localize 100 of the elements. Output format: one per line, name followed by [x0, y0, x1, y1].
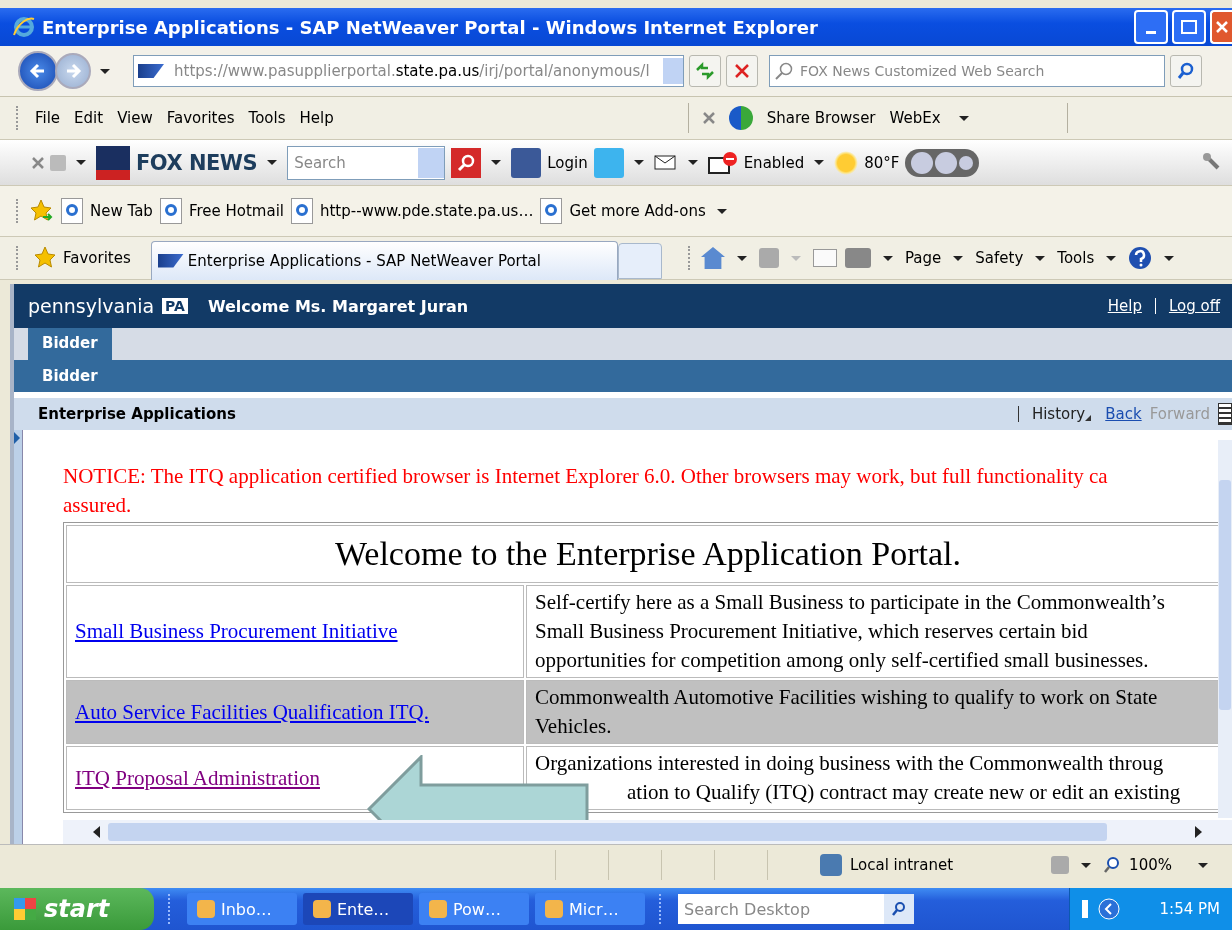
desktop-search-field[interactable]: Search Desktop [678, 894, 884, 924]
search-field[interactable]: FOX News Customized Web Search [769, 55, 1165, 87]
page-title: Enterprise Applications [38, 405, 236, 423]
caret-icon[interactable] [953, 255, 964, 261]
refresh-button[interactable] [689, 55, 721, 87]
history-nav-link[interactable]: Back [1105, 405, 1142, 423]
zoom-level-text[interactable]: 100% [1129, 856, 1172, 874]
portal-tab[interactable]: Bidder [28, 328, 112, 360]
menu-item[interactable]: Favorites [166, 109, 235, 127]
minimize-button[interactable] [1134, 10, 1168, 44]
menu-item[interactable]: View [117, 109, 153, 127]
close-icon[interactable] [32, 156, 44, 169]
options-icon[interactable] [1218, 403, 1232, 425]
browser-tab[interactable]: Enterprise Applications - SAP NetWeaver Portal [150, 240, 618, 280]
vertical-scrollbar[interactable] [1218, 440, 1232, 818]
command-menu[interactable]: Safety [975, 249, 1024, 267]
close-icon [733, 62, 751, 80]
brand-name: FOX NEWS [136, 150, 258, 175]
media-controls-drawing[interactable] [905, 148, 980, 177]
restore-button[interactable] [1172, 10, 1206, 44]
corner-icon [1085, 415, 1092, 421]
close-icon[interactable] [702, 112, 715, 124]
back-button[interactable] [18, 51, 58, 91]
caret-icon[interactable] [716, 208, 727, 214]
caret-icon[interactable] [814, 160, 825, 165]
envelope-icon[interactable] [653, 153, 678, 172]
home-icon[interactable] [701, 247, 725, 269]
addons-menu[interactable]: Get more Add-ons [569, 202, 706, 220]
menu-item[interactable]: Edit [74, 109, 104, 127]
caret-icon[interactable] [491, 160, 502, 165]
news-logo-icon [96, 145, 130, 180]
caret-icon[interactable] [1164, 255, 1175, 261]
taskbar-button[interactable]: Ente… [303, 893, 413, 925]
caret-icon[interactable] [1035, 255, 1046, 261]
history-menu[interactable]: History [1031, 405, 1086, 423]
search-field[interactable]: Search [287, 145, 446, 180]
add-favorite-icon[interactable] [28, 199, 54, 223]
taskbar-button[interactable]: Inbo… [187, 893, 297, 925]
search-icon [1177, 62, 1195, 80]
favorites-label[interactable]: Favorites [63, 249, 131, 267]
caret-icon[interactable] [1106, 255, 1117, 261]
popup-blocker-icon [707, 150, 738, 175]
refresh-icon [694, 62, 716, 80]
caret-icon[interactable] [267, 160, 278, 165]
stop-button[interactable] [726, 55, 758, 87]
address-field[interactable]: https://www.pasupplierportal.state.pa.us/irj/portal/anonymous/l [133, 55, 684, 87]
star-icon[interactable] [33, 246, 57, 270]
sub-navigation-item[interactable]: Bidder [42, 367, 98, 385]
command-menu[interactable]: Page [905, 249, 942, 267]
command-menu[interactable]: Tools [1057, 249, 1095, 267]
site-logo-icon [138, 64, 164, 78]
help-icon[interactable] [1128, 246, 1153, 270]
caret-icon[interactable] [1081, 862, 1092, 868]
caret-icon[interactable] [633, 160, 644, 165]
caret-icon[interactable] [1198, 862, 1208, 868]
search-button[interactable] [1170, 55, 1202, 87]
taskbar-button[interactable]: Micr… [535, 893, 645, 925]
chevron-icon[interactable] [1097, 898, 1120, 920]
favorite-link[interactable]: New Tab [90, 202, 153, 220]
clock: 1:54 PM [1159, 900, 1220, 918]
taskbar-button[interactable]: Pow… [419, 893, 529, 925]
application-link[interactable]: Small Business Procurement Initiative [75, 619, 398, 643]
popup-blocker-status[interactable]: Enabled [743, 153, 805, 172]
search-icon [891, 901, 907, 917]
zoom-icon[interactable] [1103, 856, 1122, 874]
close-button[interactable] [1210, 10, 1232, 44]
login-button[interactable]: Login [547, 153, 588, 172]
close-icon [1216, 21, 1228, 33]
search-button[interactable] [884, 894, 914, 924]
application-link[interactable]: ITQ Proposal Administration [75, 765, 320, 790]
horizontal-scrollbar[interactable] [63, 820, 1232, 844]
help-link[interactable]: Help [1107, 297, 1142, 315]
caret-icon[interactable] [883, 255, 893, 261]
state-logo: pennsylvania [28, 295, 155, 317]
mail-icon[interactable] [813, 249, 837, 267]
weather-reading: 80°F [864, 153, 900, 172]
favorite-link[interactable]: http--www.pde.state.pa.us… [319, 202, 534, 220]
caret-icon[interactable] [958, 115, 969, 121]
caret-icon[interactable] [737, 255, 747, 261]
search-button[interactable] [451, 147, 482, 178]
caret-icon [791, 255, 801, 261]
browser-logo-icon [12, 15, 36, 39]
webex-menu[interactable]: WebEx [889, 109, 941, 127]
globe-icon [728, 106, 753, 130]
share-browser-button[interactable]: Share Browser [766, 109, 876, 127]
welcome-text: Welcome Ms. Margaret Juran [207, 296, 469, 316]
menu-item[interactable]: Tools [248, 109, 286, 127]
application-link[interactable]: Auto Service Facilities Qualification ITQ. [75, 699, 429, 724]
favorite-link[interactable]: Free Hotmail [188, 202, 284, 220]
page-icon [290, 198, 313, 224]
sun-icon [834, 150, 859, 175]
menu-item[interactable]: Help [299, 109, 334, 127]
logoff-link[interactable]: Log off [1168, 297, 1220, 315]
caret-icon[interactable] [687, 160, 698, 165]
page-icon [159, 198, 182, 224]
state-badge: PA [162, 298, 188, 314]
caret-icon[interactable] [100, 68, 110, 74]
page-icon [540, 198, 563, 224]
caret-icon[interactable] [76, 160, 86, 165]
menu-item[interactable]: File [35, 109, 61, 127]
